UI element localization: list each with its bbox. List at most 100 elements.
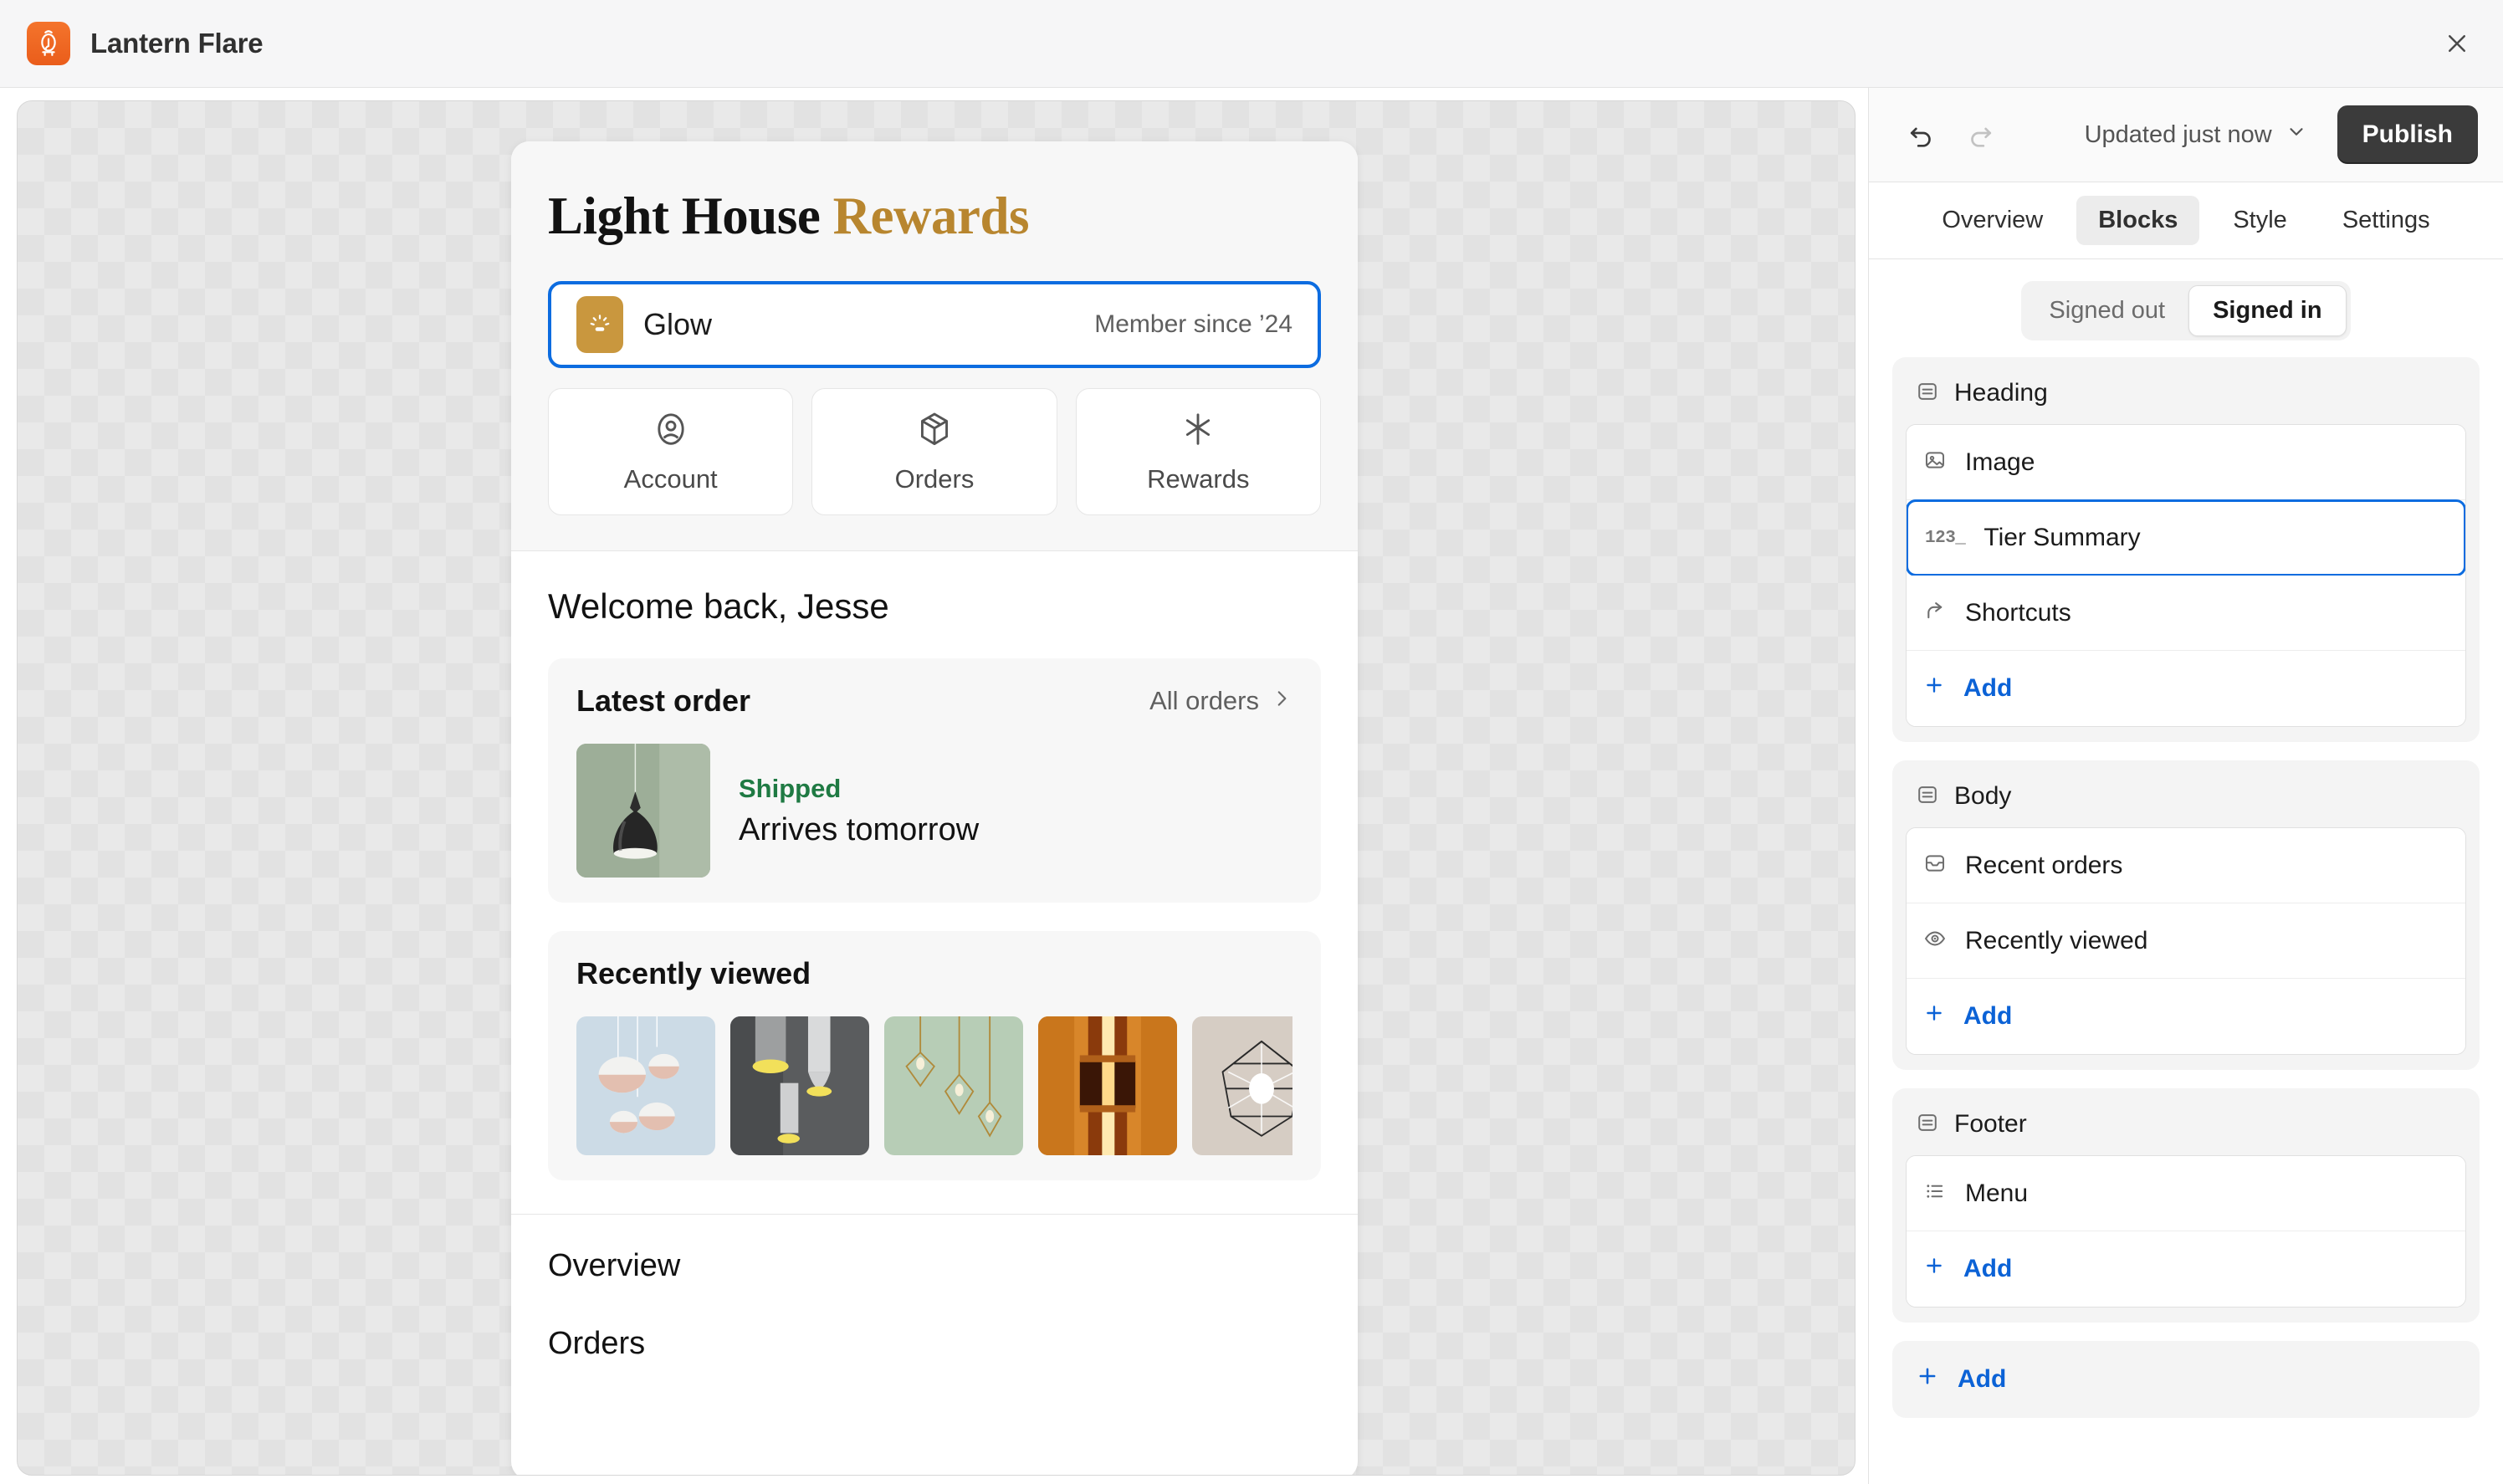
tab-overview[interactable]: Overview: [1920, 196, 2065, 245]
list-item[interactable]: [1192, 1016, 1292, 1155]
app-titlebar: Lantern Flare: [0, 0, 2503, 88]
block-row[interactable]: 123_ Tier Summary: [1906, 499, 2466, 576]
block-row[interactable]: Recently viewed: [1907, 903, 2465, 979]
add-block-button[interactable]: Add: [1907, 1231, 2465, 1307]
block-label: Image: [1965, 448, 2035, 477]
add-block-button[interactable]: Add: [1907, 979, 2465, 1054]
blocks-tree: Heading Image 123_ Tier Summary: [1869, 357, 2503, 1484]
plus-icon: [1923, 1002, 1945, 1031]
latest-order-row[interactable]: Shipped Arrives tomorrow: [576, 744, 1292, 878]
inspector-panel: Updated just now Publish Overview Blocks…: [1868, 88, 2503, 1484]
publish-button[interactable]: Publish: [2337, 105, 2478, 164]
all-orders-label: All orders: [1149, 686, 1259, 716]
block-row[interactable]: Image: [1907, 425, 2465, 500]
list-item[interactable]: [1038, 1016, 1177, 1155]
add-label: Add: [1963, 1255, 2012, 1283]
block-group-footer: Footer Menu: [1892, 1088, 2480, 1323]
updated-status[interactable]: Updated just now: [2085, 120, 2307, 149]
eye-icon: [1923, 927, 1947, 954]
preview-canvas: Light House Rewards: [17, 100, 1855, 1476]
tab-blocks[interactable]: Blocks: [2076, 196, 2199, 245]
group-title: Footer: [1954, 1110, 2027, 1139]
tab-style[interactable]: Style: [2211, 196, 2308, 245]
inspector-toolbar: Updated just now Publish: [1869, 88, 2503, 182]
shortcut-label: Account: [624, 464, 718, 494]
inbox-icon: [1923, 852, 1947, 879]
latest-order-header: Latest order All orders: [576, 683, 1292, 719]
signed-state-toggle: Signed out Signed in: [2021, 281, 2350, 340]
block-label: Shortcuts: [1965, 599, 2071, 627]
plus-icon: [1923, 1255, 1945, 1283]
add-block-button[interactable]: Add: [1907, 651, 2465, 726]
latest-order-title: Latest order: [576, 683, 750, 719]
add-label: Add: [1958, 1365, 2006, 1394]
tier-name: Glow: [643, 307, 712, 342]
plus-icon: [1916, 1364, 1939, 1394]
menu-item[interactable]: Overview: [548, 1248, 1321, 1284]
recently-viewed-strip[interactable]: [576, 1016, 1292, 1155]
numbers-icon: 123_: [1925, 529, 1965, 548]
group-title: Body: [1954, 782, 2011, 811]
state-signed-out[interactable]: Signed out: [2025, 285, 2188, 336]
add-section-button[interactable]: Add: [1892, 1341, 2480, 1418]
block-label: Menu: [1965, 1180, 2028, 1208]
shortcut-tile-orders[interactable]: Orders: [811, 388, 1057, 515]
list-item[interactable]: [730, 1016, 869, 1155]
state-signed-in[interactable]: Signed in: [2188, 285, 2347, 336]
inspector-tabs: Overview Blocks Style Settings: [1869, 182, 2503, 259]
all-orders-link[interactable]: All orders: [1149, 686, 1292, 716]
brand-accent: Rewards: [833, 187, 1029, 245]
recently-viewed-block: Recently viewed: [548, 931, 1321, 1180]
block-row[interactable]: Shortcuts: [1907, 576, 2465, 651]
undo-icon[interactable]: [1894, 108, 1948, 161]
asterisk-icon: [1179, 410, 1217, 453]
add-label: Add: [1963, 674, 2012, 703]
menu-item[interactable]: Orders: [548, 1326, 1321, 1362]
tier-summary-block[interactable]: Glow Member since ’24: [548, 281, 1321, 368]
tab-settings[interactable]: Settings: [2321, 196, 2452, 245]
recent-orders-block: Latest order All orders: [548, 658, 1321, 903]
preview-body-section: Welcome back, Jesse Latest order All ord…: [511, 551, 1358, 1180]
block-label: Recently viewed: [1965, 927, 2147, 955]
group-title: Heading: [1954, 379, 2048, 407]
shortcut-label: Rewards: [1147, 464, 1249, 494]
block-row[interactable]: Menu: [1907, 1156, 2465, 1231]
updated-label: Updated just now: [2085, 121, 2272, 149]
group-block-list: Recent orders Recently viewed: [1906, 827, 2466, 1055]
block-label: Tier Summary: [1983, 524, 2140, 552]
status-badge: Shipped: [739, 774, 979, 804]
redo-icon[interactable]: [1954, 108, 2008, 161]
tier-summary-left: Glow: [576, 296, 712, 353]
block-row[interactable]: Recent orders: [1907, 828, 2465, 903]
signed-state-toggle-wrap: Signed out Signed in: [1869, 259, 2503, 357]
glow-icon: [576, 296, 623, 353]
image-icon: [1923, 448, 1947, 476]
package-icon: [915, 410, 954, 453]
order-status-group: Shipped Arrives tomorrow: [739, 774, 979, 848]
shortcut-tile-account[interactable]: Account: [548, 388, 793, 515]
close-icon[interactable]: [2431, 18, 2483, 69]
person-circle-icon: [652, 410, 690, 453]
group-header[interactable]: Footer: [1906, 1103, 2466, 1155]
section-icon: [1916, 783, 1939, 811]
app-title: Lantern Flare: [90, 28, 263, 59]
lantern-icon: [27, 22, 70, 65]
list-item[interactable]: [576, 1016, 715, 1155]
order-product-thumbnail: [576, 744, 710, 878]
preview-brand-title: Light House Rewards: [548, 190, 1321, 243]
brand-primary: Light House: [548, 187, 820, 245]
shortcuts-block: Account Orders: [548, 388, 1321, 515]
shortcut-label: Orders: [895, 464, 975, 494]
section-icon: [1916, 380, 1939, 407]
chevron-right-icon: [1271, 686, 1292, 716]
shortcut-arrow-icon: [1923, 599, 1947, 627]
group-header[interactable]: Heading: [1906, 372, 2466, 424]
welcome-heading: Welcome back, Jesse: [548, 586, 1321, 627]
list-item[interactable]: [884, 1016, 1023, 1155]
group-header[interactable]: Body: [1906, 775, 2466, 827]
shortcut-tile-rewards[interactable]: Rewards: [1076, 388, 1321, 515]
block-label: Recent orders: [1965, 852, 2122, 880]
group-block-list: Menu Add: [1906, 1155, 2466, 1307]
list-icon: [1923, 1180, 1947, 1207]
block-group-body: Body Recent orders: [1892, 760, 2480, 1070]
